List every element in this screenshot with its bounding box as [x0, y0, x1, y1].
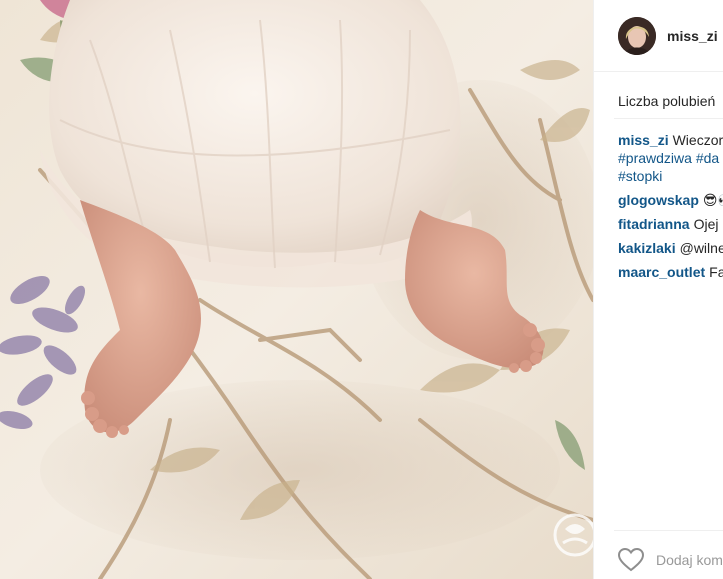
post-image	[0, 0, 593, 579]
list-item: glogowskap😎👀	[618, 191, 723, 209]
comment-username[interactable]: fitadrianna	[618, 216, 690, 232]
add-comment-input[interactable]: Dodaj kom	[656, 552, 723, 568]
comment-username[interactable]: glogowskap	[618, 192, 699, 208]
caption-username[interactable]: miss_zi	[618, 132, 669, 148]
post-photo[interactable]	[0, 0, 593, 579]
hashtag[interactable]: #prawdziwa #da	[618, 149, 723, 167]
comment-text: Fa	[709, 264, 723, 280]
caption-text: Wieczor	[672, 132, 723, 148]
list-item: maarc_outletFa	[618, 263, 723, 281]
caption: miss_zi Wieczor #prawdziwa #da #stopki	[618, 131, 723, 185]
list-item: kakizlaki @wilne	[618, 239, 723, 257]
add-comment-bar: Dodaj kom	[617, 547, 723, 572]
comment-text[interactable]: @wilne	[680, 240, 723, 256]
list-item: fitadrianna Ojej	[618, 215, 723, 233]
post-sidebar: miss_zi Liczba polubień miss_zi Wieczor #…	[593, 0, 723, 579]
comment-username[interactable]: maarc_outlet	[618, 264, 705, 280]
heart-outline-icon[interactable]	[617, 547, 645, 572]
profile-photo	[618, 16, 656, 55]
post-header: miss_zi	[594, 0, 723, 72]
comment-username[interactable]: kakizlaki	[618, 240, 676, 256]
post-author-username[interactable]: miss_zi	[667, 28, 718, 44]
avatar[interactable]	[618, 16, 656, 55]
comment-text: 😎👀	[702, 192, 723, 208]
divider	[614, 530, 723, 531]
hashtag[interactable]: #stopki	[618, 167, 723, 185]
comment-text: Ojej	[693, 216, 719, 232]
comments-list: miss_zi Wieczor #prawdziwa #da #stopki gl…	[618, 131, 723, 281]
likes-count[interactable]: Liczba polubień	[618, 93, 715, 109]
divider	[614, 118, 723, 119]
